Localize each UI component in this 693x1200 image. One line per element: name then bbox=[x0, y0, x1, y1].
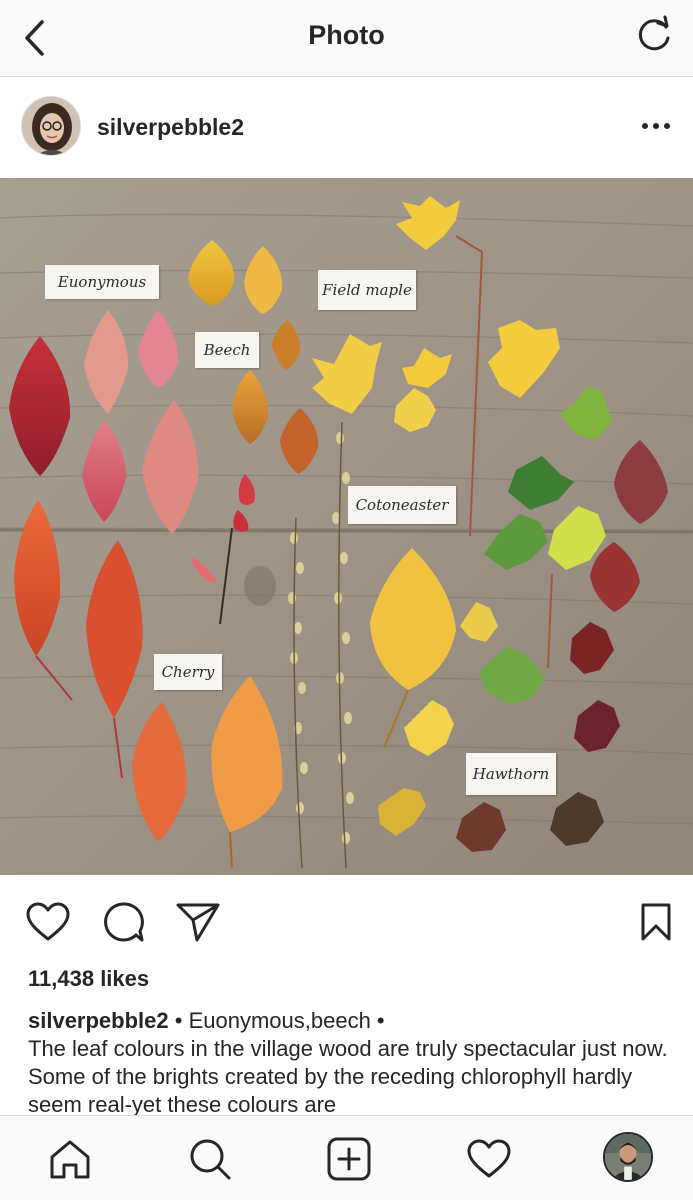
photo-label-beech: Beech bbox=[195, 332, 259, 368]
bottom-nav-bar bbox=[0, 1115, 693, 1200]
photo-label-euonymous: Euonymous bbox=[45, 265, 159, 299]
avatar-image bbox=[22, 97, 80, 155]
post-header: silverpebble2 bbox=[0, 78, 693, 178]
caption-text: The leaf colours in the village wood are… bbox=[28, 1036, 668, 1115]
home-icon bbox=[50, 1140, 90, 1179]
like-button[interactable] bbox=[24, 899, 72, 945]
top-nav-bar: Photo bbox=[0, 0, 693, 77]
nav-profile-button[interactable] bbox=[603, 1132, 653, 1182]
nav-activity-button[interactable] bbox=[464, 1134, 514, 1184]
post-photo[interactable]: Euonymous Field maple Beech Cotoneaster … bbox=[0, 178, 693, 875]
photo-label-field-maple: Field maple bbox=[318, 270, 416, 310]
avatar[interactable] bbox=[21, 96, 81, 156]
heart-icon bbox=[467, 1139, 511, 1178]
refresh-icon bbox=[638, 15, 670, 51]
caption-username[interactable]: silverpebble2 bbox=[28, 1008, 169, 1033]
save-button[interactable] bbox=[632, 899, 680, 945]
nav-add-button[interactable] bbox=[324, 1134, 374, 1184]
refresh-button[interactable] bbox=[633, 14, 675, 58]
likes-count[interactable]: 11,438 likes bbox=[28, 966, 149, 992]
post-username[interactable]: silverpebble2 bbox=[97, 114, 244, 141]
nav-home-button[interactable] bbox=[45, 1134, 95, 1184]
more-horizontal-icon bbox=[642, 123, 670, 129]
add-post-icon bbox=[327, 1137, 371, 1181]
post-action-bar bbox=[0, 885, 693, 955]
heart-icon bbox=[26, 902, 70, 941]
page-title: Photo bbox=[308, 20, 385, 50]
post-caption: silverpebble2 • Euonymous,beech • The le… bbox=[28, 1007, 668, 1115]
search-icon bbox=[190, 1139, 231, 1180]
bookmark-icon bbox=[641, 903, 671, 941]
photo-label-cotoneaster: Cotoneaster bbox=[348, 486, 456, 524]
nav-search-button[interactable] bbox=[185, 1134, 235, 1184]
photo-label-cherry: Cherry bbox=[154, 654, 222, 690]
photo-label-hawthorn: Hawthorn bbox=[466, 753, 556, 795]
comment-button[interactable] bbox=[100, 899, 148, 945]
profile-avatar bbox=[605, 1134, 651, 1180]
send-icon bbox=[176, 903, 220, 942]
share-button[interactable] bbox=[174, 899, 222, 945]
caption-tags: • Euonymous,beech • bbox=[168, 1008, 385, 1033]
more-options-button[interactable] bbox=[639, 114, 673, 138]
comment-icon bbox=[104, 902, 144, 942]
